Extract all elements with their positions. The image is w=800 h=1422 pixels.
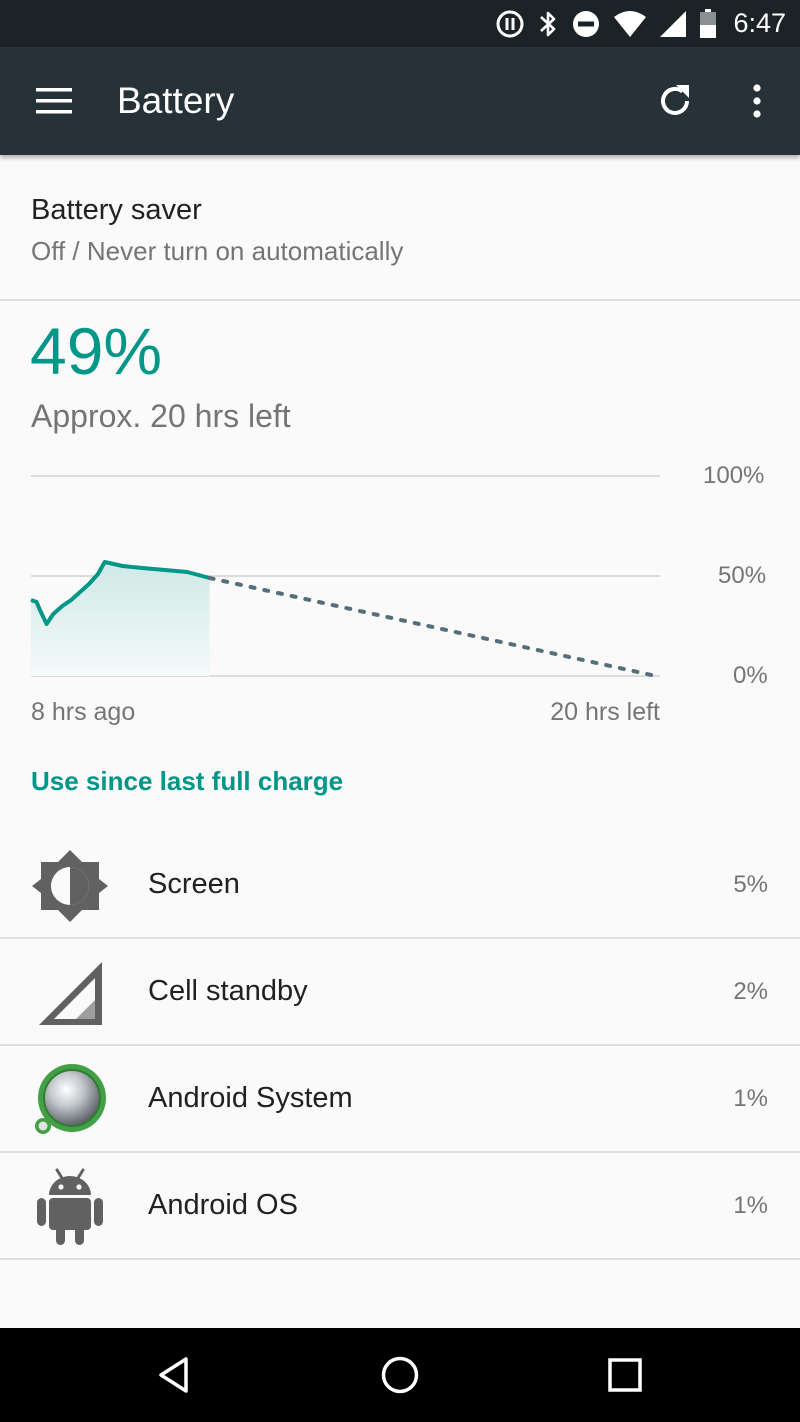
usage-item-cell-standby[interactable]: Cell standby 2% bbox=[0, 939, 800, 1046]
wifi-icon bbox=[614, 10, 647, 37]
back-icon bbox=[159, 1357, 188, 1393]
y-tick-50: 50% bbox=[718, 562, 767, 589]
recents-button[interactable] bbox=[595, 1345, 655, 1405]
refresh-button[interactable] bbox=[643, 69, 707, 133]
x-label-end: 20 hrs left bbox=[550, 698, 660, 726]
recents-icon bbox=[608, 1358, 642, 1392]
usage-item-percent: 2% bbox=[733, 978, 768, 1005]
usage-item-android-system[interactable]: Android System 1% bbox=[0, 1046, 800, 1153]
cell-signal-icon bbox=[660, 10, 687, 37]
usage-item-label: Android OS bbox=[148, 1189, 298, 1221]
battery-saver-title: Battery saver bbox=[31, 194, 202, 226]
home-button[interactable] bbox=[370, 1345, 430, 1405]
usage-item-label: Screen bbox=[148, 868, 240, 900]
pause-circle-icon bbox=[496, 10, 524, 37]
usage-section-header: Use since last full charge bbox=[31, 766, 344, 796]
page-title: Battery bbox=[117, 80, 235, 121]
status-icons: 6:47 bbox=[495, 0, 786, 47]
battery-icon bbox=[700, 8, 717, 38]
brightness-icon bbox=[30, 848, 110, 924]
x-label-start: 8 hrs ago bbox=[31, 698, 136, 726]
navigation-bar bbox=[0, 1328, 800, 1422]
menu-icon bbox=[36, 88, 72, 114]
usage-item-percent: 1% bbox=[733, 1192, 768, 1219]
usage-list: Screen 5% Cell standby 2% Android System… bbox=[0, 832, 800, 1260]
home-icon bbox=[381, 1356, 419, 1394]
usage-item-label: Cell standby bbox=[148, 975, 308, 1007]
usage-item-screen[interactable]: Screen 5% bbox=[0, 832, 800, 939]
battery-percent: 49% bbox=[30, 314, 163, 388]
usage-item-percent: 5% bbox=[733, 871, 768, 898]
cell-signal-icon bbox=[30, 955, 110, 1031]
history-area bbox=[31, 562, 210, 676]
status-time: 6:47 bbox=[733, 8, 786, 38]
battery-history-chart bbox=[30, 475, 660, 678]
refresh-icon bbox=[661, 85, 689, 115]
y-tick-100: 100% bbox=[703, 462, 765, 489]
status-bar: 6:47 bbox=[0, 0, 800, 47]
android-robot-icon bbox=[30, 1168, 110, 1245]
menu-button[interactable] bbox=[22, 69, 86, 133]
y-tick-0: 0% bbox=[733, 662, 768, 689]
time-remaining: Approx. 20 hrs left bbox=[31, 398, 291, 434]
bluetooth-icon bbox=[540, 11, 556, 36]
more-vert-icon bbox=[753, 84, 761, 118]
usage-item-percent: 1% bbox=[733, 1085, 768, 1112]
usage-item-label: Android System bbox=[148, 1082, 353, 1114]
more-options-button[interactable] bbox=[725, 69, 789, 133]
usage-item-android-os[interactable]: Android OS 1% bbox=[0, 1153, 800, 1260]
do-not-disturb-icon bbox=[573, 10, 600, 37]
app-bar: Battery bbox=[0, 47, 800, 155]
battery-saver-item[interactable]: Battery saver Off / Never turn on automa… bbox=[0, 160, 800, 301]
android-system-icon bbox=[30, 1062, 110, 1138]
back-button[interactable] bbox=[145, 1345, 205, 1405]
projection-line bbox=[207, 576, 658, 678]
battery-saver-status: Off / Never turn on automatically bbox=[31, 236, 404, 266]
